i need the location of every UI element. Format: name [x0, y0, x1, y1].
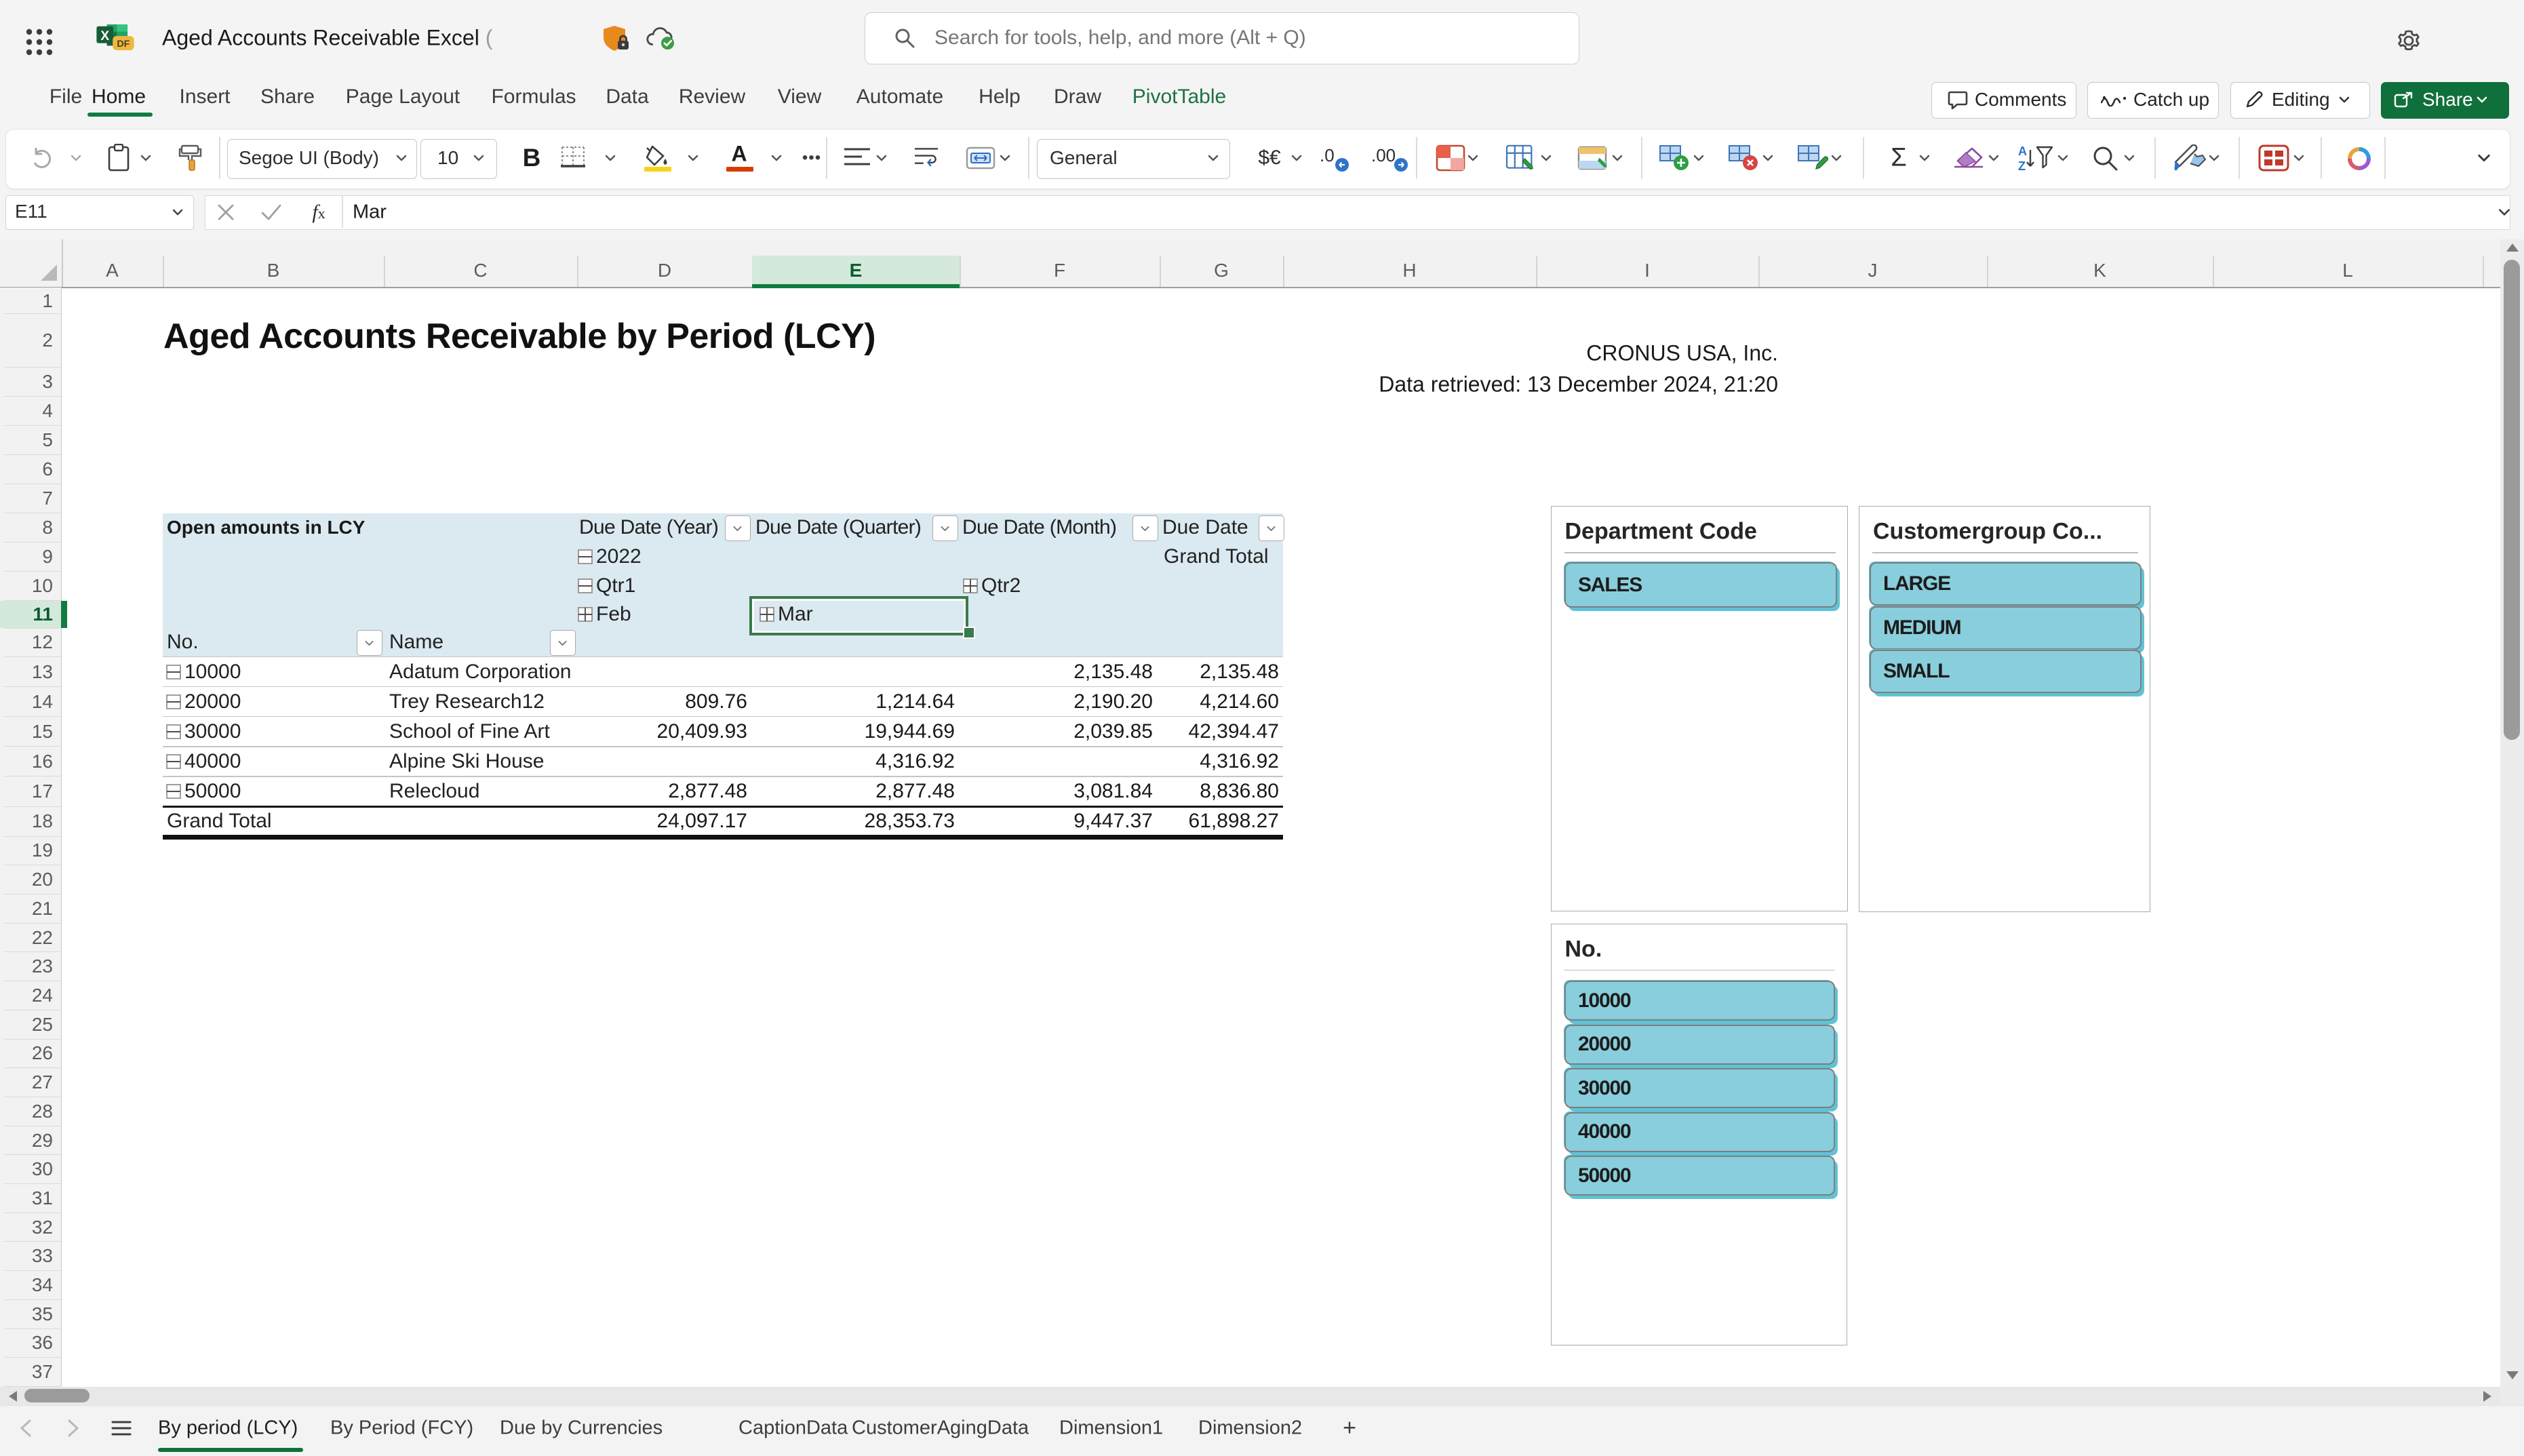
svg-text:DF: DF [117, 39, 130, 50]
svg-text:X: X [100, 29, 109, 43]
svg-text:.00: .00 [1371, 146, 1396, 165]
svg-text:.0: .0 [1320, 146, 1335, 165]
svg-text:A: A [2018, 144, 2027, 158]
svg-text:Z: Z [2018, 159, 2026, 172]
